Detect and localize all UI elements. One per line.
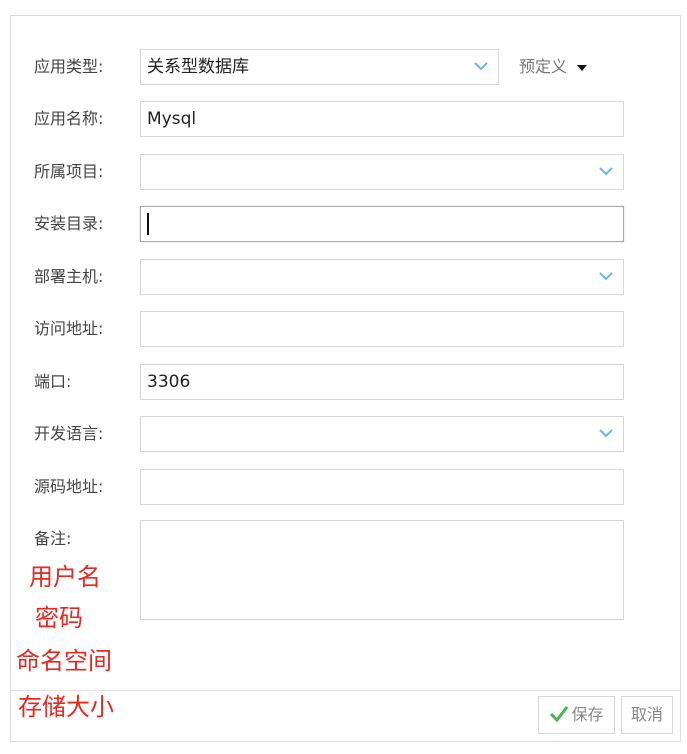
text-cursor [147,213,149,235]
access-url-input[interactable] [140,311,624,347]
annotation-username: 用户名 [29,563,101,591]
annotation-namespace: 命名空间 [16,647,112,675]
project-label: 所属项目: [34,162,104,181]
language-label: 开发语言: [34,424,104,443]
save-label: 保存 [571,705,604,724]
remark-textarea[interactable] [140,520,624,620]
install-dir-input[interactable] [140,206,624,242]
app-name-input[interactable]: Mysql [140,101,624,137]
source-url-label: 源码地址: [34,477,104,496]
cancel-button[interactable]: 取消 [621,696,673,734]
port-input[interactable]: 3306 [140,364,624,400]
caret-down-icon [577,64,588,71]
remark-label: 备注: [34,529,72,548]
dialog-panel: 应用类型: 关系型数据库 预定义 应用名称: Mysql 所属项目: 安装目录:… [10,15,681,742]
app-name-value: Mysql [147,109,197,129]
chevron-down-icon [599,167,613,176]
port-value: 3306 [147,372,191,392]
app-name-label: 应用名称: [34,109,104,128]
cancel-label: 取消 [630,705,663,724]
app-type-label: 应用类型: [34,57,104,76]
chevron-down-icon [599,272,613,281]
predefined-label: 预定义 [519,57,568,76]
project-select[interactable] [140,154,624,190]
check-icon [550,706,569,723]
port-label: 端口: [34,372,72,391]
chevron-down-icon [599,429,613,438]
language-select[interactable] [140,416,624,452]
source-url-input[interactable] [140,469,624,505]
predefined-dropdown[interactable]: 预定义 [519,49,588,85]
app-type-value: 关系型数据库 [147,57,249,77]
save-button[interactable]: 保存 [538,696,615,734]
chevron-down-icon [474,62,488,71]
annotation-storage-size: 存储大小 [18,693,114,721]
app-type-select[interactable]: 关系型数据库 [140,49,499,85]
install-dir-label: 安装目录: [34,214,104,233]
host-select[interactable] [140,259,624,295]
host-label: 部署主机: [34,267,104,286]
access-url-label: 访问地址: [34,319,104,338]
annotation-password: 密码 [35,604,83,632]
